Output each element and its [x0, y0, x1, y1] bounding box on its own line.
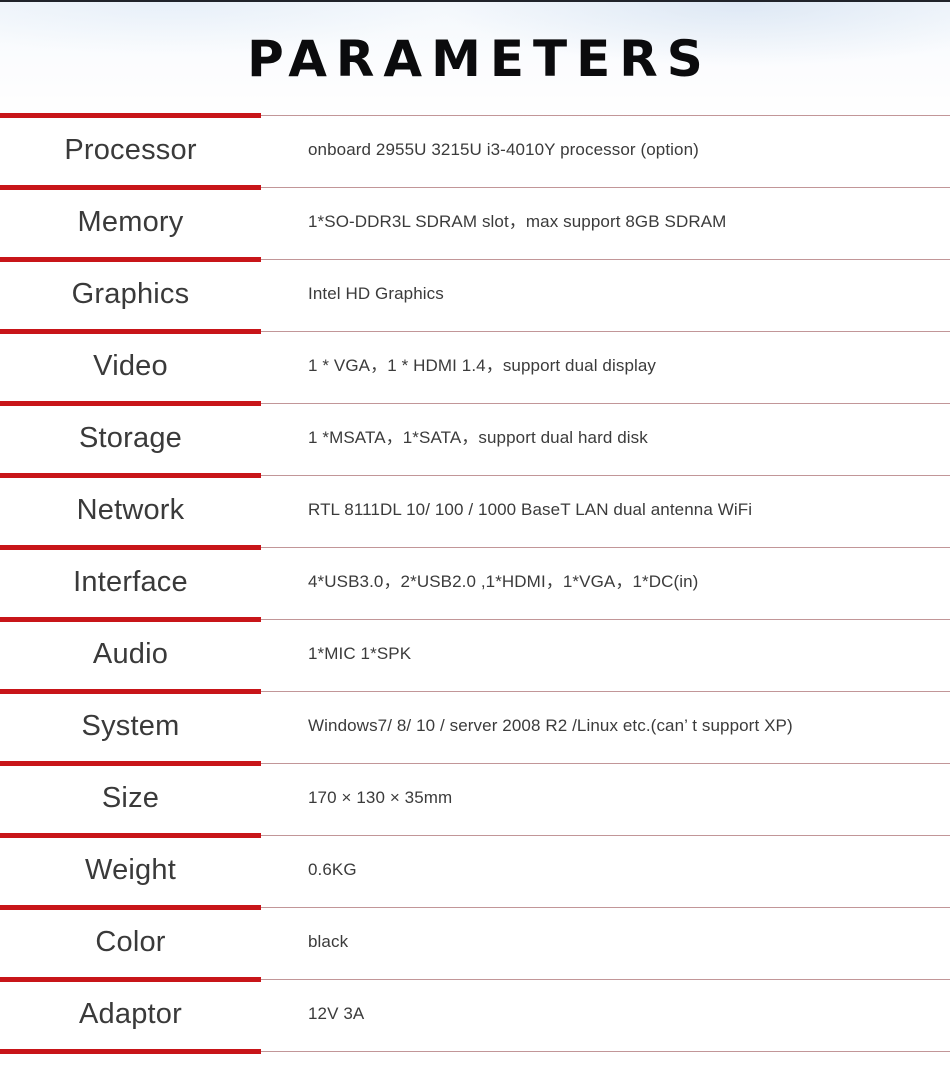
table-row: Color black — [0, 910, 950, 977]
row-divider — [0, 1049, 950, 1054]
divider-hairline-segment — [261, 547, 950, 548]
spec-value-cell: black — [261, 910, 950, 977]
spec-label-cell: Interface — [0, 550, 261, 617]
spec-value: 12V 3A — [308, 1004, 365, 1024]
table-row: Video 1 * VGA，1 * HDMI 1.4，support dual d… — [0, 334, 950, 401]
table-row: Memory 1*SO-DDR3L SDRAM slot，max support … — [0, 190, 950, 257]
spec-value-cell: onboard 2955U 3215U i3-4010Y processor (… — [261, 118, 950, 185]
divider-hairline-segment — [261, 619, 950, 620]
spec-value: 1 *MSATA，1*SATA，support dual hard disk — [308, 428, 648, 448]
spec-label-cell: Color — [0, 910, 261, 977]
spec-label: Weight — [85, 853, 176, 886]
table-row: Adaptor 12V 3A — [0, 982, 950, 1049]
spec-value-cell: 1*SO-DDR3L SDRAM slot，max support 8GB SD… — [261, 190, 950, 257]
spec-label: Adaptor — [79, 997, 182, 1030]
table-row: Weight 0.6KG — [0, 838, 950, 905]
spec-label-cell: Audio — [0, 622, 261, 689]
spec-value: black — [308, 932, 349, 952]
spec-value: 1*SO-DDR3L SDRAM slot，max support 8GB SD… — [308, 212, 727, 232]
spec-label-cell: Graphics — [0, 262, 261, 329]
table-row: Storage 1 *MSATA，1*SATA，support dual hard… — [0, 406, 950, 473]
spec-label-cell: System — [0, 694, 261, 761]
divider-hairline-segment — [261, 691, 950, 692]
page-title-container: PARAMETERS — [0, 0, 950, 112]
spec-label-cell: Storage — [0, 406, 261, 473]
spec-label: Size — [101, 781, 160, 814]
spec-value: Windows7/ 8/ 10 / server 2008 R2 /Linux … — [308, 716, 793, 736]
spec-value-cell: 1*MIC 1*SPK — [261, 622, 950, 689]
spec-value: RTL 8111DL 10/ 100 / 1000 BaseT LAN dual… — [308, 500, 753, 520]
table-row: Audio 1*MIC 1*SPK — [0, 622, 950, 689]
spec-value: 1*MIC 1*SPK — [308, 644, 412, 664]
specification-table: Processor onboard 2955U 3215U i3-4010Y pr… — [0, 113, 950, 1054]
table-row: Size 170 × 130 × 35mm — [0, 766, 950, 833]
divider-hairline-segment — [261, 403, 950, 404]
divider-hairline-segment — [261, 187, 950, 188]
divider-accent-segment — [0, 1049, 261, 1054]
spec-value-cell: 170 × 130 × 35mm — [261, 766, 950, 833]
spec-value: 170 × 130 × 35mm — [308, 788, 453, 808]
spec-label: Interface — [73, 565, 188, 598]
divider-hairline-segment — [261, 1051, 950, 1052]
spec-value: 0.6KG — [308, 860, 357, 880]
spec-value-cell: Windows7/ 8/ 10 / server 2008 R2 /Linux … — [261, 694, 950, 761]
spec-label-cell: Memory — [0, 190, 261, 257]
divider-hairline-segment — [261, 763, 950, 764]
divider-hairline-segment — [261, 907, 950, 908]
spec-label: Network — [76, 493, 185, 526]
spec-label: Memory — [77, 205, 184, 238]
spec-value-cell: 0.6KG — [261, 838, 950, 905]
divider-hairline-segment — [261, 979, 950, 980]
parameters-page: PARAMETERS Processor onboard 2955U 3215U … — [0, 0, 950, 1084]
spec-label: Processor — [64, 133, 197, 166]
spec-label-cell: Network — [0, 478, 261, 545]
table-row: Processor onboard 2955U 3215U i3-4010Y pr… — [0, 118, 950, 185]
spec-label: System — [81, 709, 180, 742]
spec-label-cell: Weight — [0, 838, 261, 905]
page-title: PARAMETERS — [247, 30, 712, 88]
spec-label-cell: Adaptor — [0, 982, 261, 1049]
divider-hairline-segment — [261, 115, 950, 116]
divider-hairline-segment — [261, 835, 950, 836]
spec-value-cell: 1 *MSATA，1*SATA，support dual hard disk — [261, 406, 950, 473]
spec-value-cell: RTL 8111DL 10/ 100 / 1000 BaseT LAN dual… — [261, 478, 950, 545]
spec-value: Intel HD Graphics — [308, 284, 444, 304]
spec-label: Graphics — [71, 277, 190, 310]
spec-value: 1 * VGA，1 * HDMI 1.4，support dual displa… — [308, 356, 657, 376]
spec-label: Color — [95, 925, 166, 958]
divider-hairline-segment — [261, 331, 950, 332]
table-row: System Windows7/ 8/ 10 / server 2008 R2 /… — [0, 694, 950, 761]
spec-value: 4*USB3.0，2*USB2.0 ,1*HDMI，1*VGA，1*DC(in) — [308, 572, 699, 592]
spec-value-cell: 4*USB3.0，2*USB2.0 ,1*HDMI，1*VGA，1*DC(in) — [261, 550, 950, 617]
table-row: Graphics Intel HD Graphics — [0, 262, 950, 329]
spec-label-cell: Size — [0, 766, 261, 833]
spec-value-cell: 1 * VGA，1 * HDMI 1.4，support dual displa… — [261, 334, 950, 401]
spec-label: Video — [93, 349, 168, 382]
table-row: Network RTL 8111DL 10/ 100 / 1000 BaseT L… — [0, 478, 950, 545]
table-row: Interface 4*USB3.0，2*USB2.0 ,1*HDMI，1*VGA… — [0, 550, 950, 617]
spec-label-cell: Video — [0, 334, 261, 401]
divider-hairline-segment — [261, 475, 950, 476]
spec-value-cell: Intel HD Graphics — [261, 262, 950, 329]
spec-label: Audio — [92, 637, 169, 670]
divider-hairline-segment — [261, 259, 950, 260]
spec-label-cell: Processor — [0, 118, 261, 185]
spec-value: onboard 2955U 3215U i3-4010Y processor (… — [308, 140, 699, 160]
spec-value-cell: 12V 3A — [261, 982, 950, 1049]
spec-label: Storage — [79, 421, 182, 454]
